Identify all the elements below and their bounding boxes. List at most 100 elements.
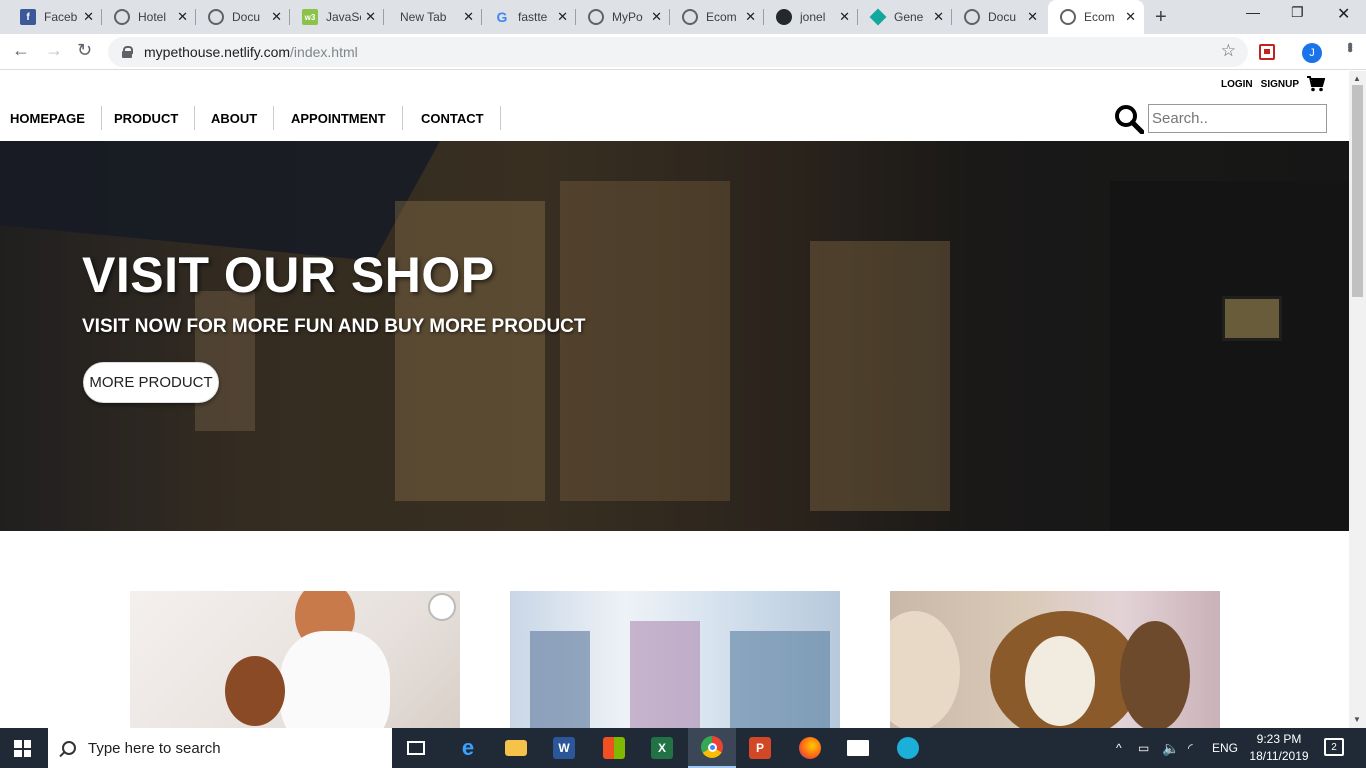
taskbar-search-box[interactable]: Type here to search bbox=[48, 728, 392, 768]
tab-title: Docu bbox=[988, 10, 1017, 24]
scroll-down-icon[interactable]: ▼ bbox=[1353, 715, 1361, 724]
url-path: /index.html bbox=[290, 44, 358, 60]
clock-time: 9:23 PM bbox=[1256, 732, 1302, 746]
tab-document-2[interactable]: Docu ✕ bbox=[952, 0, 1046, 34]
store-icon[interactable] bbox=[590, 728, 638, 768]
nav-appointment[interactable]: APPOINTMENT bbox=[275, 106, 403, 130]
excel-icon[interactable]: X bbox=[638, 728, 686, 768]
collie-chest-image bbox=[1025, 636, 1095, 726]
close-icon[interactable]: ✕ bbox=[463, 9, 474, 25]
search-input[interactable] bbox=[1148, 104, 1327, 133]
show-hidden-icons[interactable]: ^ bbox=[1116, 728, 1122, 768]
minimize-icon[interactable]: — bbox=[1246, 4, 1260, 20]
more-product-button[interactable]: MORE PRODUCT bbox=[83, 362, 219, 403]
firefox-icon[interactable] bbox=[786, 728, 834, 768]
globe-icon bbox=[1060, 9, 1076, 25]
close-icon[interactable]: ✕ bbox=[177, 9, 188, 25]
tab-new-tab[interactable]: New Tab ✕ bbox=[384, 0, 482, 34]
back-arrow-icon[interactable]: ← bbox=[12, 40, 30, 61]
tab-ecommerce[interactable]: Ecom ✕ bbox=[670, 0, 764, 34]
dog-image bbox=[225, 656, 285, 726]
profile-avatar[interactable]: J bbox=[1302, 43, 1322, 63]
window-close-icon[interactable]: ✕ bbox=[1337, 4, 1350, 24]
signup-link[interactable]: SIGNUP bbox=[1261, 79, 1299, 90]
tab-ecommerce-active[interactable]: Ecom ✕ bbox=[1048, 0, 1144, 34]
globe-icon bbox=[208, 9, 224, 25]
store-shelf-image bbox=[530, 631, 590, 728]
scroll-thumb[interactable] bbox=[1352, 85, 1363, 297]
close-icon[interactable]: ✕ bbox=[83, 9, 94, 25]
login-link[interactable]: LOGIN bbox=[1221, 79, 1253, 90]
hero-title: VISIT OUR SHOP bbox=[82, 247, 495, 303]
system-clock[interactable]: 9:23 PM 18/11/2019 bbox=[1244, 731, 1314, 765]
mail-icon[interactable] bbox=[834, 728, 882, 768]
browser-toolbar: ← → ↻ mypethouse.netlify.com /index.html… bbox=[0, 34, 1366, 70]
close-icon[interactable]: ✕ bbox=[839, 9, 850, 25]
forward-arrow-icon[interactable]: → bbox=[45, 40, 63, 61]
new-tab-plus-icon[interactable]: + bbox=[1155, 6, 1167, 29]
task-view-icon[interactable] bbox=[392, 728, 440, 768]
tab-facebook[interactable]: f Faceb ✕ bbox=[8, 0, 102, 34]
store-shelf-image bbox=[730, 631, 830, 728]
close-icon[interactable]: ✕ bbox=[933, 9, 944, 25]
tab-document[interactable]: Docu ✕ bbox=[196, 0, 290, 34]
app-circle-icon[interactable] bbox=[884, 728, 932, 768]
pet-store-image[interactable] bbox=[510, 591, 840, 728]
nav-about[interactable]: ABOUT bbox=[195, 106, 275, 130]
tab-title: Ecom bbox=[706, 10, 737, 24]
nav-contact[interactable]: CONTACT bbox=[405, 106, 501, 130]
chrome-icon[interactable] bbox=[688, 728, 736, 768]
windows-taskbar: Type here to search e W X P ^ ▭ 🔈 ◜ ENG … bbox=[0, 728, 1366, 768]
tab-hotel[interactable]: Hotel ✕ bbox=[102, 0, 196, 34]
extension-icon[interactable] bbox=[1259, 44, 1275, 60]
close-icon[interactable]: ✕ bbox=[1027, 9, 1038, 25]
grooming-service-image[interactable] bbox=[890, 591, 1220, 728]
language-indicator[interactable]: ENG bbox=[1212, 728, 1238, 768]
hero-banner: VISIT OUR SHOP VISIT NOW FOR MORE FUN AN… bbox=[0, 141, 1349, 531]
page-scrollbar[interactable]: ▲ ▼ bbox=[1349, 71, 1366, 728]
wifi-icon[interactable]: ◜ bbox=[1188, 728, 1193, 768]
tab-generator[interactable]: Gene ✕ bbox=[858, 0, 952, 34]
scroll-up-icon[interactable]: ▲ bbox=[1353, 74, 1361, 83]
tab-title: Faceb bbox=[44, 10, 78, 24]
nav-product[interactable]: PRODUCT bbox=[98, 106, 196, 130]
w3schools-icon: w3 bbox=[302, 9, 318, 25]
reload-icon[interactable]: ↻ bbox=[77, 40, 92, 61]
account-links: LOGIN SIGNUP bbox=[1221, 76, 1325, 92]
search-icon[interactable] bbox=[1114, 104, 1144, 134]
edge-browser-icon[interactable]: e bbox=[444, 728, 492, 768]
tab-fasttext[interactable]: G fastte ✕ bbox=[482, 0, 576, 34]
notification-icon[interactable]: 2 bbox=[1324, 738, 1344, 756]
vet-service-image[interactable] bbox=[130, 591, 460, 728]
word-icon[interactable]: W bbox=[540, 728, 588, 768]
cart-icon[interactable] bbox=[1307, 76, 1325, 92]
address-bar[interactable]: mypethouse.netlify.com /index.html ☆ bbox=[108, 37, 1248, 67]
diamond-icon bbox=[869, 8, 887, 26]
close-icon[interactable]: ✕ bbox=[651, 9, 662, 25]
close-icon[interactable]: ✕ bbox=[271, 9, 282, 25]
lock-icon bbox=[122, 46, 133, 58]
close-icon[interactable]: ✕ bbox=[557, 9, 568, 25]
main-navigation: HOMEPAGE PRODUCT ABOUT APPOINTMENT CONTA… bbox=[0, 95, 1349, 141]
tab-javascript[interactable]: w3 JavaSc ✕ bbox=[290, 0, 384, 34]
hero-subtitle: VISIT NOW FOR MORE FUN AND BUY MORE PROD… bbox=[82, 316, 586, 337]
tab-title: MyPo bbox=[612, 10, 643, 24]
more-menu-icon[interactable]: ••• bbox=[1340, 42, 1358, 50]
vet-coat-image bbox=[280, 631, 390, 728]
tab-myportfolio[interactable]: MyPo ✕ bbox=[576, 0, 670, 34]
battery-icon[interactable]: ▭ bbox=[1138, 728, 1149, 768]
tab-title: New Tab bbox=[400, 10, 447, 24]
bookmark-star-icon[interactable]: ☆ bbox=[1221, 41, 1236, 61]
close-icon[interactable]: ✕ bbox=[745, 9, 756, 25]
tab-title: JavaSc bbox=[326, 10, 361, 24]
nav-homepage[interactable]: HOMEPAGE bbox=[0, 106, 102, 130]
close-icon[interactable]: ✕ bbox=[1125, 9, 1136, 25]
store-shelf-image bbox=[630, 621, 700, 728]
windows-start-icon[interactable] bbox=[14, 740, 31, 757]
restore-icon[interactable]: ❐ bbox=[1291, 4, 1304, 21]
close-icon[interactable]: ✕ bbox=[365, 9, 376, 25]
volume-icon[interactable]: 🔈 bbox=[1162, 728, 1179, 768]
tab-github[interactable]: jonel ✕ bbox=[764, 0, 858, 34]
powerpoint-icon[interactable]: P bbox=[736, 728, 784, 768]
file-explorer-icon[interactable] bbox=[492, 728, 540, 768]
